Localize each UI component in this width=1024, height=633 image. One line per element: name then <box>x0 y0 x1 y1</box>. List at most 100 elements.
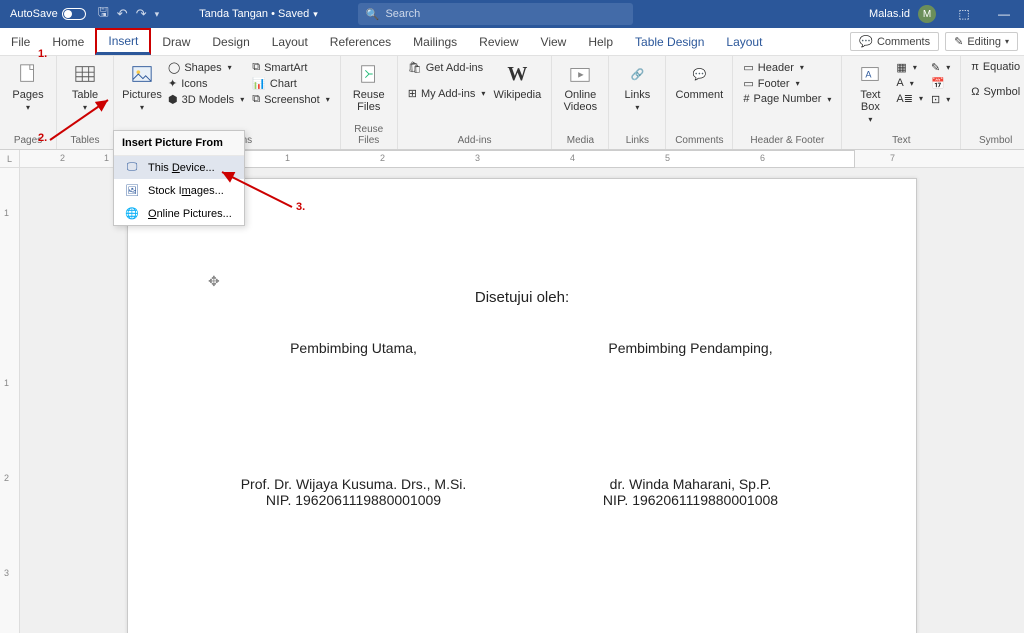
online-video-button[interactable]: Online Videos <box>558 59 602 113</box>
table-anchor-icon[interactable]: ✥ <box>208 273 220 290</box>
comment-icon: 💬 <box>686 61 712 87</box>
reuse-files-button[interactable]: Reuse Files <box>347 59 391 113</box>
get-addins-button[interactable]: 🛍Get Add-ins <box>408 61 486 74</box>
my-addins-label: My Add-ins <box>421 88 475 100</box>
undo-icon[interactable]: ↶ <box>117 6 128 22</box>
group-symbols: πEquatio ΩSymbol Symbol <box>961 56 1024 149</box>
date-icon: 📅 <box>931 77 945 90</box>
tab-table-design[interactable]: Table Design <box>624 28 715 55</box>
symbol-icon: Ω <box>971 86 979 98</box>
tab-home[interactable]: Home <box>41 28 95 55</box>
get-addins-label: Get Add-ins <box>426 62 483 74</box>
tab-draw[interactable]: Draw <box>151 28 201 55</box>
tab-insert[interactable]: Insert <box>95 28 151 55</box>
chart-button[interactable]: 📊Chart <box>252 77 330 90</box>
group-label: Reuse Files <box>347 122 391 149</box>
tab-layout[interactable]: Layout <box>261 28 319 55</box>
symbol-button[interactable]: ΩSymbol <box>971 86 1020 98</box>
chevron-down-icon: ▾ <box>228 63 232 72</box>
comment-bubble-icon: 💬 <box>859 35 873 48</box>
chevron-down-icon: ▾ <box>635 103 639 112</box>
tab-help[interactable]: Help <box>577 28 624 55</box>
online-pictures-item[interactable]: 🌐Online Pictures... <box>114 202 244 225</box>
screenshot-icon: ⧉ <box>252 93 260 106</box>
comments-button[interactable]: 💬Comments <box>850 32 939 51</box>
tab-view[interactable]: View <box>530 28 578 55</box>
header-button[interactable]: ▭Header▾ <box>743 61 831 74</box>
group-label: Symbol <box>967 133 1024 149</box>
footer-button[interactable]: ▭Footer▾ <box>743 77 831 90</box>
datetime-button[interactable]: 📅 <box>931 77 950 90</box>
pages-button[interactable]: Pages ▾ <box>6 59 50 112</box>
chevron-down-icon: ▾ <box>868 115 872 124</box>
wikipedia-button[interactable]: W Wikipedia <box>489 59 545 101</box>
globe-icon: 🌐 <box>124 207 140 220</box>
wikipedia-icon: W <box>504 61 530 87</box>
smartart-icon: ⧉ <box>252 61 260 74</box>
signature-button[interactable]: ✎▾ <box>931 61 950 74</box>
qat-more-icon[interactable]: ▾ <box>155 9 160 20</box>
smartart-button[interactable]: ⧉SmartArt <box>252 61 330 74</box>
search-box[interactable]: 🔍 Search <box>358 3 633 25</box>
this-device-item[interactable]: 🖵This Device... <box>114 156 244 179</box>
stock-icon: 🖼 <box>124 184 140 197</box>
chart-label: Chart <box>270 78 297 90</box>
tab-table-layout[interactable]: Layout <box>715 28 773 55</box>
ruler-mark: 5 <box>665 153 670 163</box>
save-icon[interactable]: 🖫 <box>98 3 109 25</box>
tab-mailings[interactable]: Mailings <box>402 28 468 55</box>
header-icon: ▭ <box>743 61 753 74</box>
chevron-down-icon: ▾ <box>26 103 30 112</box>
tab-design[interactable]: Design <box>201 28 260 55</box>
stock-images-item[interactable]: 🖼Stock Images... <box>114 179 244 202</box>
reuse-icon <box>356 61 382 87</box>
links-button[interactable]: 🔗 Links ▾ <box>615 59 659 112</box>
table-icon <box>72 61 98 87</box>
ruler-mark: 6 <box>760 153 765 163</box>
object-button[interactable]: ⊡▾ <box>931 93 950 106</box>
table-button[interactable]: Table ▾ <box>63 59 107 112</box>
doc-title-dd[interactable]: ▾ <box>313 9 318 20</box>
comment-button[interactable]: 💬 Comment <box>672 59 726 101</box>
avatar[interactable]: M <box>918 5 936 23</box>
pictures-button[interactable]: Pictures ▾ <box>120 59 164 112</box>
drop-cap-button[interactable]: A≣▾ <box>896 92 923 105</box>
screenshot-button[interactable]: ⧉Screenshot▾ <box>252 93 330 106</box>
group-header-footer: ▭Header▾ ▭Footer▾ #Page Number▾ Header &… <box>733 56 842 149</box>
redo-icon[interactable]: ↷ <box>136 6 147 22</box>
video-icon <box>567 61 593 87</box>
ribbon-options-icon[interactable]: ⬚ <box>944 7 984 21</box>
signature-icon: ✎ <box>931 61 940 74</box>
group-pages: Pages ▾ Pages <box>0 56 57 149</box>
vertical-ruler[interactable]: 1 1 2 3 <box>0 168 20 633</box>
dropdown-title: Insert Picture From <box>114 131 244 156</box>
chevron-down-icon: ▾ <box>140 103 144 112</box>
ruler-mark: 2 <box>60 153 65 163</box>
editing-mode-button[interactable]: ✎Editing▾ <box>945 32 1018 51</box>
search-icon: 🔍 <box>366 8 380 21</box>
tab-references[interactable]: References <box>319 28 402 55</box>
text-box-button[interactable]: A Text Box ▾ <box>848 59 892 124</box>
ruler-mark: 7 <box>890 153 895 163</box>
right-col-nip: NIP. 1962061119880001008 <box>535 492 846 508</box>
object-icon: ⊡ <box>931 93 940 106</box>
dropcap-icon: A≣ <box>896 92 913 105</box>
tab-review[interactable]: Review <box>468 28 529 55</box>
my-addins-button[interactable]: ⊞My Add-ins▾ <box>408 87 486 100</box>
icons-button[interactable]: ✦Icons <box>168 77 244 90</box>
equation-button[interactable]: πEquatio <box>971 61 1020 73</box>
page-number-button[interactable]: #Page Number▾ <box>743 93 831 105</box>
shapes-button[interactable]: ◯Shapes▾ <box>168 61 244 74</box>
annotation-2: 2. <box>38 132 47 144</box>
wordart-button[interactable]: A▾ <box>896 77 923 89</box>
tab-file[interactable]: File <box>0 28 41 55</box>
right-col-title: Pembimbing Pendamping, <box>535 340 846 356</box>
document-page[interactable]: ✥ Disetujui oleh: Pembimbing Utama, Prof… <box>127 178 917 633</box>
minimize-icon[interactable]: — <box>984 7 1024 21</box>
quick-parts-button[interactable]: ▦▾ <box>896 61 923 74</box>
equation-label: Equatio <box>983 61 1020 73</box>
autosave-toggle[interactable] <box>62 8 86 20</box>
models-button[interactable]: ⬢3D Models▾ <box>168 93 244 106</box>
pictures-label: Pictures <box>122 89 162 101</box>
footer-label: Footer <box>758 78 790 90</box>
